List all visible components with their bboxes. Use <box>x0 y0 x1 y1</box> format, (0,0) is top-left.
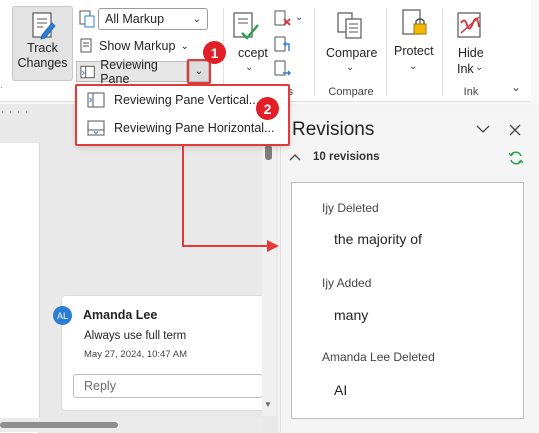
step-callout-1: 1 <box>203 41 226 64</box>
protect-button[interactable]: Protect <box>394 44 434 58</box>
hide-ink-label-2[interactable]: Ink <box>457 62 474 76</box>
ribbon-collapse-icon[interactable]: ⌄ <box>511 80 521 94</box>
track-changes-label-1: Track <box>27 41 58 55</box>
reviewing-pane-icon <box>80 65 95 78</box>
previous-change-icon[interactable] <box>274 36 292 54</box>
compare-button[interactable]: Compare <box>326 46 377 60</box>
ribbon-separator <box>314 8 315 96</box>
chevron-down-icon[interactable]: ⌄ <box>475 62 483 73</box>
display-for-review-icon <box>79 10 95 28</box>
highlight-box-dropdown-arrow <box>187 59 211 84</box>
step-callout-2: 2 <box>256 97 279 120</box>
revisions-list[interactable] <box>291 182 524 419</box>
ink-group-label: Ink <box>463 86 479 98</box>
track-changes-label-2: Changes <box>17 56 68 70</box>
next-change-icon[interactable] <box>274 60 292 78</box>
revision-meta: Amanda Lee Deleted <box>322 350 435 364</box>
comment-text: Always use full term <box>84 330 187 342</box>
ribbon-left-overflow: · <box>0 82 4 93</box>
chevron-down-icon[interactable]: ⌄ <box>409 61 417 72</box>
reviewing-pane-button[interactable]: Reviewing Pane <box>76 58 187 86</box>
accept-icon <box>233 12 259 40</box>
chevron-down-icon: ⌄ <box>180 40 189 52</box>
chevron-down-icon[interactable]: ⌄ <box>346 62 354 73</box>
scroll-down-icon[interactable]: ▼ <box>264 400 272 409</box>
revision-text[interactable]: the majority of <box>334 231 422 247</box>
comment-author: Amanda Lee <box>83 308 158 322</box>
reject-icon[interactable] <box>274 10 292 28</box>
pane-options-chevron-icon[interactable] <box>476 124 490 134</box>
ribbon-separator <box>442 8 443 96</box>
markup-select-value: All Markup <box>105 12 165 26</box>
hide-ink-label-1[interactable]: Hide <box>458 46 484 60</box>
reply-input[interactable]: Reply <box>73 374 263 398</box>
compare-group-label: Compare <box>328 86 374 98</box>
revision-text[interactable]: AI <box>334 382 347 398</box>
ribbon-separator <box>386 8 387 96</box>
chevron-down-icon[interactable]: ⌄ <box>245 62 253 73</box>
collapse-chevron-icon[interactable] <box>289 153 301 161</box>
chevron-down-icon: ⌄ <box>192 13 201 25</box>
document-page[interactable] <box>0 143 40 433</box>
compare-icon <box>337 12 362 39</box>
protect-icon <box>402 9 427 35</box>
close-icon[interactable] <box>509 124 521 136</box>
annotation-arrow <box>182 146 279 252</box>
track-changes-icon <box>31 12 56 40</box>
markup-select[interactable]: All Markup ⌄ <box>98 8 208 30</box>
refresh-icon[interactable] <box>508 150 524 166</box>
revisions-pane-title: Revisions <box>292 119 375 140</box>
track-changes-button[interactable]: Track Changes <box>12 6 73 81</box>
revisions-count: 10 revisions <box>313 151 380 163</box>
revision-text[interactable]: many <box>334 307 368 323</box>
avatar: AL <box>53 306 72 325</box>
show-markup-button[interactable]: Show Markup ⌄ <box>80 36 189 56</box>
accept-label[interactable]: ccept <box>238 46 268 60</box>
chevron-down-icon[interactable]: ⌄ <box>295 12 303 23</box>
reviewing-pane-label: Reviewing Pane <box>100 57 158 86</box>
revision-meta: Ijy Added <box>322 276 372 290</box>
revision-meta: Ijy Deleted <box>322 201 379 215</box>
show-markup-icon <box>80 38 92 53</box>
horizontal-scrollbar-thumb[interactable] <box>0 422 118 428</box>
hide-ink-icon <box>457 12 481 38</box>
show-markup-label: Show Markup <box>99 39 176 53</box>
comment-date: May 27, 2024, 10:47 AM <box>84 349 187 360</box>
